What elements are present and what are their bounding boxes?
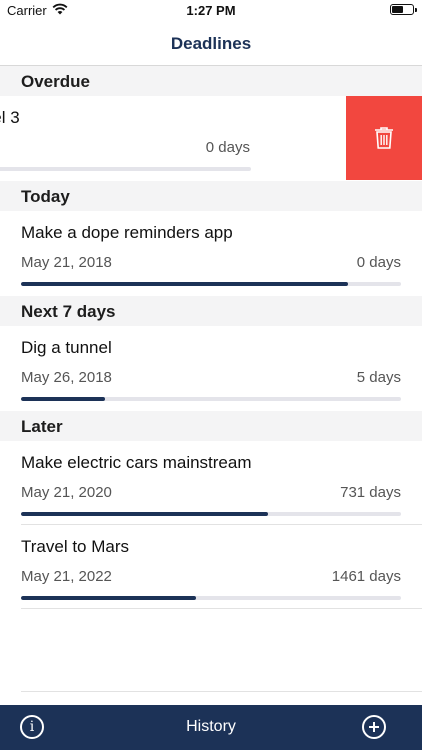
section-header-next-7-days: Next 7 days xyxy=(0,296,422,326)
swiped-row[interactable]: e model 3 017 0 days xyxy=(0,96,422,180)
history-button[interactable]: History xyxy=(0,718,422,736)
deadline-date: May 21, 2020 xyxy=(21,484,112,501)
status-bar: Carrier 1:27 PM xyxy=(0,0,422,22)
progress-bar xyxy=(21,596,401,600)
progress-fill xyxy=(21,596,196,600)
days-remaining: 5 days xyxy=(356,369,401,386)
bottom-toolbar: i History xyxy=(0,705,422,750)
progress-bar xyxy=(0,167,251,171)
deadline-title: Make a dope reminders app xyxy=(21,223,233,242)
deadline-title: Travel to Mars xyxy=(21,537,130,556)
delete-button[interactable] xyxy=(346,96,422,180)
section-title: Later xyxy=(21,417,63,436)
section-header-later: Later xyxy=(0,411,422,441)
section-title: Today xyxy=(21,187,70,206)
deadline-row[interactable]: Make a dope reminders app May 21, 2018 0… xyxy=(0,211,422,295)
deadline-title: e model 3 xyxy=(0,108,20,127)
section-header-today: Today xyxy=(0,181,422,211)
days-remaining: 731 days xyxy=(340,484,401,501)
days-remaining: 0 days xyxy=(356,254,401,271)
section-title: Next 7 days xyxy=(21,302,116,321)
progress-bar xyxy=(21,282,401,286)
list-footer-separator xyxy=(21,691,422,692)
deadline-row[interactable]: Travel to Mars May 21, 2022 1461 days xyxy=(0,525,422,609)
add-icon[interactable] xyxy=(362,715,386,739)
deadline-date: May 21, 2018 xyxy=(21,254,112,271)
days-remaining: 1461 days xyxy=(331,568,401,585)
deadline-title: Dig a tunnel xyxy=(21,338,112,357)
days-remaining: 0 days xyxy=(205,139,250,156)
row-separator xyxy=(21,608,422,609)
navigation-bar: Deadlines xyxy=(0,22,422,66)
trash-icon xyxy=(374,126,394,155)
progress-fill xyxy=(21,282,348,286)
section-header-overdue: Overdue xyxy=(0,66,422,96)
progress-bar xyxy=(21,397,401,401)
deadline-title: Make electric cars mainstream xyxy=(21,453,252,472)
deadline-date: May 21, 2022 xyxy=(21,568,112,585)
deadline-row[interactable]: e model 3 017 0 days xyxy=(0,96,346,180)
deadline-date: May 26, 2018 xyxy=(21,369,112,386)
progress-bar xyxy=(21,512,401,516)
progress-fill xyxy=(21,397,105,401)
deadline-row[interactable]: Make electric cars mainstream May 21, 20… xyxy=(0,441,422,525)
progress-fill xyxy=(21,512,268,516)
battery-icon xyxy=(390,4,417,15)
deadline-row[interactable]: Dig a tunnel May 26, 2018 5 days xyxy=(0,326,422,410)
section-title: Overdue xyxy=(21,72,90,91)
page-title: Deadlines xyxy=(170,34,252,53)
clock: 1:27 PM xyxy=(186,3,236,18)
